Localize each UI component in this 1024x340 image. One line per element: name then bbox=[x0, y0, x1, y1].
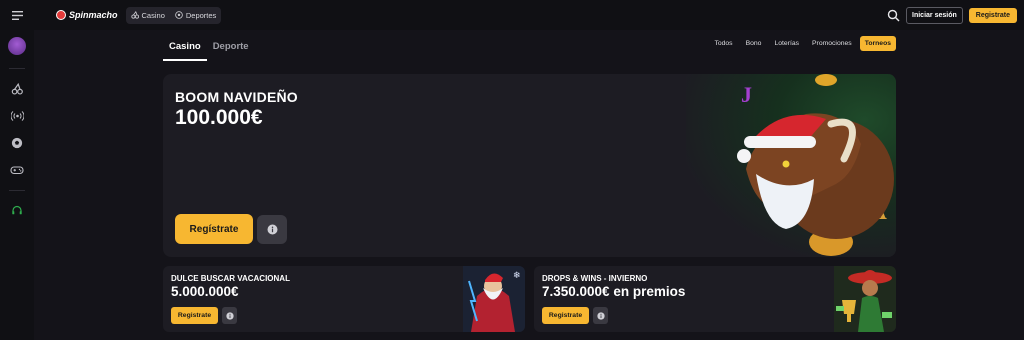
sidebar-item-live[interactable] bbox=[10, 109, 24, 123]
brand-logo-mark bbox=[56, 10, 66, 20]
sidebar-item-support[interactable] bbox=[10, 204, 24, 218]
broadcast-icon bbox=[10, 111, 24, 121]
register-button[interactable]: Registrate bbox=[968, 7, 1017, 23]
sidebar-item-sports[interactable] bbox=[10, 136, 24, 150]
headset-icon bbox=[12, 205, 22, 215]
hero-info-button[interactable] bbox=[257, 215, 287, 244]
filter-tournaments[interactable]: Torneos bbox=[859, 36, 896, 51]
hero-banner: J A BOOM NAVIDEÑO 100.000€ Regístrate bbox=[163, 74, 896, 257]
hero-prize-amount: 100.000€ bbox=[175, 106, 263, 129]
promo-card-info-button[interactable] bbox=[593, 307, 608, 324]
promo-card-artwork: ❄ bbox=[463, 266, 525, 332]
brand-logo[interactable]: Spinmacho bbox=[56, 10, 118, 20]
section-tabs-row: Casino Deporte Todos Bono Loterías Promo… bbox=[163, 36, 896, 62]
avatar[interactable] bbox=[8, 37, 26, 55]
cherries-icon bbox=[130, 11, 139, 19]
tab-casino[interactable]: Casino bbox=[163, 36, 207, 61]
hero-register-button[interactable]: Regístrate bbox=[175, 214, 253, 244]
info-icon bbox=[267, 224, 277, 235]
casino-mode-button[interactable]: Casino bbox=[129, 9, 167, 22]
promo-card-artwork bbox=[834, 266, 896, 332]
promo-card: DROPS & WINS - INVIERNO 7.350.000€ en pr… bbox=[534, 266, 896, 332]
soccer-ball-icon bbox=[175, 11, 183, 19]
promo-card-amount: 5.000.000€ bbox=[171, 284, 239, 299]
mode-switch: Casino Deportes bbox=[125, 6, 222, 24]
tab-sports[interactable]: Deporte bbox=[207, 36, 255, 59]
soccer-ball-icon bbox=[11, 137, 23, 149]
promo-card-title: DROPS & WINS - INVIERNO bbox=[542, 274, 648, 283]
sidebar bbox=[0, 30, 34, 340]
gamepad-icon bbox=[10, 166, 24, 175]
promo-card-info-button[interactable] bbox=[222, 307, 237, 324]
sports-mode-label: Deportes bbox=[185, 10, 217, 20]
sidebar-divider bbox=[9, 190, 25, 191]
sidebar-item-casino[interactable] bbox=[10, 82, 24, 96]
search-icon[interactable] bbox=[887, 9, 900, 22]
hero-artwork: J A bbox=[686, 74, 896, 257]
promo-card-register-button[interactable]: Registrate bbox=[171, 307, 218, 324]
info-icon bbox=[596, 311, 605, 320]
sidebar-item-games[interactable] bbox=[10, 163, 24, 177]
promo-card-register-button[interactable]: Registrate bbox=[542, 307, 589, 324]
promo-card-amount: 7.350.000€ en premios bbox=[542, 284, 686, 299]
promo-card: ❄ DULCE BUSCAR VACACIONAL 5.000.000€ Reg… bbox=[163, 266, 525, 332]
sports-mode-button[interactable]: Deportes bbox=[173, 9, 218, 22]
zeus-santa-illustration: ❄ bbox=[463, 266, 525, 332]
filter-all[interactable]: Todos bbox=[709, 36, 737, 51]
login-button[interactable]: Iniciar sesión bbox=[906, 6, 963, 24]
mariachi-illustration bbox=[834, 266, 896, 332]
svg-text:❄: ❄ bbox=[513, 271, 521, 281]
brand-name: Spinmacho bbox=[69, 10, 118, 20]
bison-santa-illustration: J A bbox=[737, 74, 894, 256]
promo-filters: Todos Bono Loterías Promociones Torneos bbox=[709, 36, 896, 51]
header-actions: Iniciar sesión Registrate bbox=[887, 6, 1017, 24]
top-bar: Spinmacho Casino Deportes Iniciar sesión… bbox=[0, 0, 1024, 30]
casino-mode-label: Casino bbox=[141, 10, 165, 20]
menu-button[interactable] bbox=[0, 0, 34, 30]
filter-bonus[interactable]: Bono bbox=[741, 36, 767, 51]
hamburger-icon bbox=[11, 10, 23, 20]
filter-promotions[interactable]: Promociones bbox=[807, 36, 857, 51]
filter-lotteries[interactable]: Loterías bbox=[769, 36, 804, 51]
svg-text:J: J bbox=[741, 82, 752, 107]
hero-title: BOOM NAVIDEÑO bbox=[175, 89, 298, 105]
info-icon bbox=[225, 311, 234, 320]
promo-card-title: DULCE BUSCAR VACACIONAL bbox=[171, 274, 290, 283]
sidebar-divider bbox=[9, 68, 25, 69]
cherries-icon bbox=[11, 83, 23, 95]
